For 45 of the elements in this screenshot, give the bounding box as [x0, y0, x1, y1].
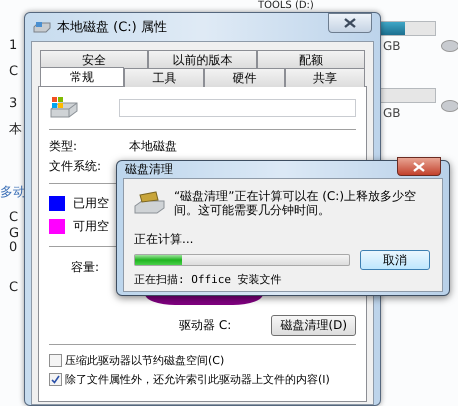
status-text: 正在计算...: [134, 231, 194, 248]
drive-label-fragment: 本: [9, 121, 22, 138]
disk-icon: [441, 40, 458, 52]
close-button[interactable]: [397, 157, 441, 176]
drive-name: TOOLS (D:): [258, 0, 315, 11]
dialog-message: “磁盘清理”正在计算可以在 (C:)上释放多少空间。这可能需要几分钟时间。: [174, 189, 418, 217]
name-field[interactable]: [119, 99, 356, 117]
drive-icon: [33, 21, 51, 33]
tab[interactable]: 共享: [284, 68, 365, 87]
close-icon: [413, 162, 425, 172]
dialog-title: 磁盘清理: [125, 161, 174, 178]
type-label: 类型:: [49, 138, 78, 155]
close-button[interactable]: [328, 13, 372, 33]
checkbox-label: 压缩此驱动器以节约磁盘空间(C): [65, 353, 224, 368]
checkbox-label: 除了文件属性外，还允许索引此驱动器上文件的内容(I): [65, 372, 330, 387]
drive-label-fragment: C: [9, 210, 18, 225]
filesystem-label: 文件系统:: [49, 158, 102, 175]
checkbox[interactable]: [49, 354, 62, 367]
drive-label-fragment: 3: [9, 96, 18, 111]
drive-label-fragment: C: [9, 280, 18, 295]
disk-cleanup-icon: [134, 191, 166, 215]
drive-size: GB: [383, 105, 402, 122]
close-icon: [344, 18, 356, 28]
type-value: 本地磁盘: [129, 138, 177, 155]
drive-size: GB: [383, 38, 402, 55]
scanning-text: 正在扫描: Office 安装文件: [134, 272, 283, 287]
disk-icon: [441, 100, 458, 112]
drive-label-fragment: 1: [9, 38, 18, 53]
tab[interactable]: 常规: [40, 67, 124, 86]
checkbox[interactable]: [49, 373, 62, 386]
legend-label: 可用空: [73, 218, 109, 235]
tab[interactable]: 安全: [40, 50, 148, 68]
drive-label: 驱动器 C:: [179, 317, 232, 334]
drive-label-fragment: 0: [9, 240, 18, 255]
drive-label-fragment: G: [9, 226, 20, 241]
capacity-label: 容量:: [71, 259, 100, 276]
legend-label: 已用空: [73, 195, 109, 212]
disk-cleanup-button[interactable]: 磁盘清理(D): [271, 315, 356, 336]
tab[interactable]: 工具: [124, 68, 204, 87]
tab[interactable]: 配额: [256, 50, 365, 68]
cancel-button[interactable]: 取消: [360, 250, 430, 270]
drive-label-fragment: C: [9, 64, 18, 79]
tab[interactable]: 以前的版本: [148, 50, 257, 68]
window-title: 本地磁盘 (C:) 属性: [57, 19, 168, 36]
tab[interactable]: 硬件: [204, 68, 285, 87]
